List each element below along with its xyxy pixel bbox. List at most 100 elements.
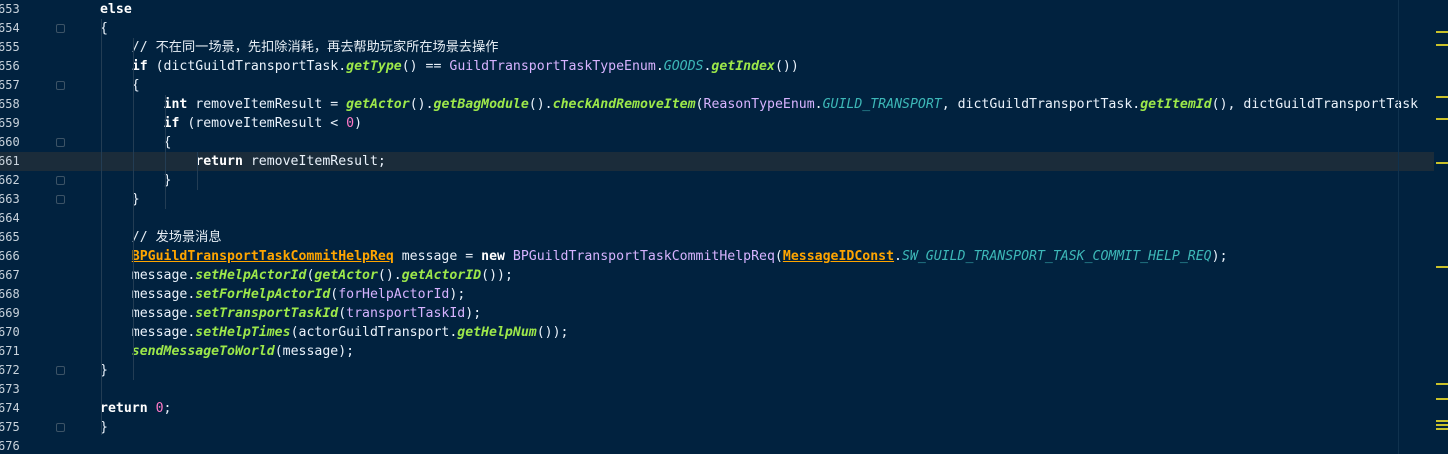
code-token: ) (354, 116, 363, 131)
code-line[interactable]: 654{ (0, 19, 1434, 38)
code-line[interactable]: 669 message.setTransportTaskId(transport… (0, 304, 1434, 323)
code-line[interactable]: 664 (0, 209, 1434, 228)
code-token: getActor (314, 268, 378, 283)
code-token: return (195, 154, 243, 169)
code-text[interactable]: int removeItemResult = getActor().getBag… (100, 95, 1419, 114)
code-token: (removeItemResult < (179, 116, 347, 131)
code-line[interactable]: 661 return removeItemResult; (0, 152, 1434, 171)
code-token: GuildTransportTaskTypeEnum (449, 59, 656, 74)
fold-toggle-icon[interactable] (56, 24, 65, 33)
code-line[interactable]: 657 { (0, 76, 1434, 95)
code-line[interactable]: 658 int removeItemResult = getActor().ge… (0, 95, 1434, 114)
code-line[interactable]: 667 message.setHelpActorId(getActor().ge… (0, 266, 1434, 285)
fold-toggle-icon[interactable] (56, 195, 65, 204)
line-number: 653 (0, 2, 20, 16)
fold-toggle-icon[interactable] (56, 423, 65, 432)
code-text[interactable]: message.setHelpTimes(actorGuildTransport… (100, 323, 569, 342)
code-text[interactable]: else (100, 0, 132, 19)
code-line[interactable]: 660 { (0, 133, 1434, 152)
code-line[interactable]: 665 // 发场景消息 (0, 228, 1434, 247)
code-line[interactable]: 675} (0, 418, 1434, 437)
code-line[interactable]: 676 (0, 437, 1434, 454)
code-token: message. (100, 306, 196, 321)
warning-marker-icon[interactable] (1436, 96, 1448, 98)
code-line[interactable]: 673 (0, 380, 1434, 399)
code-text[interactable]: { (100, 133, 172, 152)
fold-toggle-icon[interactable] (56, 366, 65, 375)
code-text[interactable]: sendMessageToWorld(message); (100, 342, 354, 361)
warning-marker-icon[interactable] (1436, 383, 1448, 385)
code-token: (). (377, 268, 402, 283)
code-token: GOODS (663, 59, 704, 74)
code-text[interactable]: return removeItemResult; (100, 152, 386, 171)
code-token: ); (449, 287, 466, 302)
code-line[interactable]: 659 if (removeItemResult < 0) (0, 114, 1434, 133)
code-token: return (100, 401, 148, 416)
code-token: ()); (536, 325, 569, 340)
code-text[interactable]: message.setTransportTaskId(transportTask… (100, 304, 481, 323)
code-line[interactable]: 674 return 0; (0, 399, 1434, 418)
fold-toggle-icon[interactable] (56, 138, 65, 147)
code-token: ); (1211, 249, 1228, 264)
code-token: (dictGuildTransportTask. (147, 59, 347, 74)
code-token: ); (465, 306, 482, 321)
code-line[interactable]: 662 } (0, 171, 1434, 190)
warning-marker-icon[interactable] (1436, 424, 1448, 426)
code-token: message. (100, 287, 196, 302)
code-line[interactable]: 666 BPGuildTransportTaskCommitHelpReq me… (0, 247, 1434, 266)
code-text[interactable]: BPGuildTransportTaskCommitHelpReq messag… (100, 247, 1228, 266)
code-token: BPGuildTransportTaskCommitHelpReq (512, 249, 775, 264)
code-text[interactable]: } (100, 171, 172, 190)
line-number: 666 (0, 249, 20, 263)
code-line[interactable]: 670 message.setHelpTimes(actorGuildTrans… (0, 323, 1434, 342)
code-token: 0 (155, 401, 164, 416)
code-token: ( (695, 97, 704, 112)
code-token: getIndex (711, 59, 775, 74)
warning-marker-icon[interactable] (1436, 44, 1448, 46)
fold-toggle-icon[interactable] (56, 81, 65, 90)
code-text[interactable]: if (dictGuildTransportTask.getType() == … (100, 57, 799, 76)
fold-toggle-icon[interactable] (56, 176, 65, 185)
code-text[interactable]: message.setHelpActorId(getActor().getAct… (100, 266, 513, 285)
code-token: ReasonTypeEnum (703, 97, 815, 112)
warning-marker-icon[interactable] (1436, 420, 1448, 422)
code-token: // 发场景消息 (100, 230, 222, 245)
code-token: setForHelpActorId (195, 287, 331, 302)
warning-marker-icon[interactable] (1436, 162, 1448, 164)
code-line[interactable]: 653 else (0, 0, 1434, 19)
line-number: 656 (0, 59, 20, 73)
warning-marker-icon[interactable] (1436, 398, 1448, 400)
warning-marker-icon[interactable] (1436, 266, 1448, 268)
warning-marker-icon[interactable] (1436, 31, 1448, 33)
code-token: transportTaskId (346, 306, 466, 321)
scrollbar-markers[interactable] (1434, 0, 1448, 454)
line-number: 658 (0, 97, 20, 111)
code-line[interactable]: 668 message.setForHelpActorId(forHelpAct… (0, 285, 1434, 304)
code-token: ()) (774, 59, 799, 74)
code-text[interactable]: // 不在同一场景，先扣除消耗，再去帮助玩家所在场景去操作 (100, 38, 499, 57)
code-token: (actorGuildTransport. (290, 325, 458, 340)
code-editor[interactable]: 653 else 654{655 // 不在同一场景，先扣除消耗，再去帮助玩家所在场… (0, 0, 1448, 454)
code-token: int (163, 97, 188, 112)
code-token: () == (401, 59, 450, 74)
code-line[interactable]: 672} (0, 361, 1434, 380)
code-text[interactable]: // 发场景消息 (100, 228, 222, 247)
code-line[interactable]: 656 if (dictGuildTransportTask.getType()… (0, 57, 1434, 76)
warning-marker-icon[interactable] (1436, 428, 1448, 430)
code-line[interactable]: 663 } (0, 190, 1434, 209)
code-line[interactable]: 655 // 不在同一场景，先扣除消耗，再去帮助玩家所在场景去操作 (0, 38, 1434, 57)
warning-marker-icon[interactable] (1436, 118, 1448, 120)
code-token: 0 (346, 116, 355, 131)
code-line[interactable]: 671 sendMessageToWorld(message); (0, 342, 1434, 361)
code-text[interactable]: return 0; (100, 399, 172, 418)
code-token: . (814, 97, 823, 112)
code-text[interactable]: if (removeItemResult < 0) (100, 114, 363, 133)
code-text[interactable]: message.setForHelpActorId(forHelpActorId… (100, 285, 466, 304)
code-token: message. (100, 325, 196, 340)
